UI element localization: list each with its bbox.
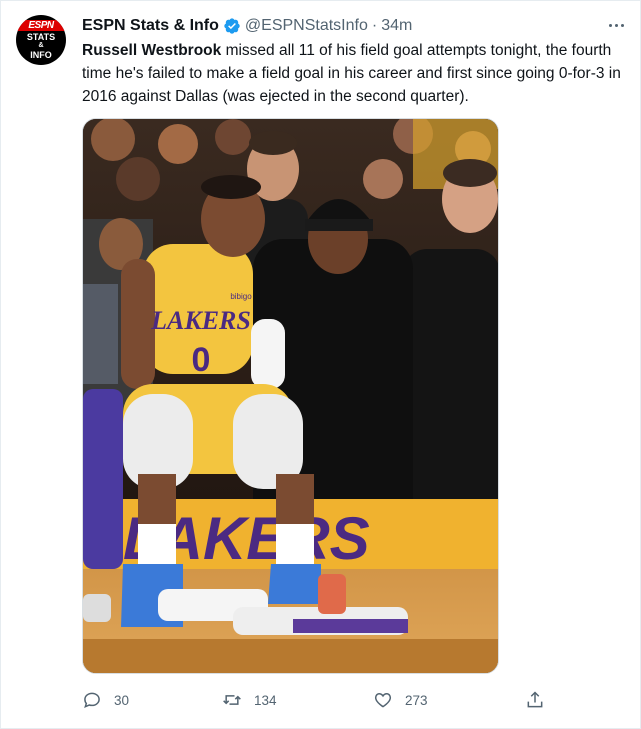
tweet-timestamp[interactable]: 34m <box>381 17 412 35</box>
jersey-number-text: 0 <box>192 341 211 379</box>
like-icon <box>374 692 392 708</box>
retweet-button[interactable]: 134 <box>222 688 277 712</box>
like-count: 273 <box>405 692 428 708</box>
reply-icon <box>84 692 100 709</box>
share-button[interactable] <box>525 688 545 712</box>
avatar-stats-text: STATS <box>26 32 56 42</box>
reply-button[interactable]: 30 <box>82 688 129 712</box>
tweet-actions: 30 134 273 <box>82 688 552 712</box>
tweet-header: ESPN Stats & Info @ESPNStatsInfo · 34m <box>82 15 412 37</box>
author-handle[interactable]: @ESPNStatsInfo <box>245 17 368 35</box>
reply-count: 30 <box>114 692 130 708</box>
retweet-icon <box>223 695 241 705</box>
jersey-patch-text: bibigo <box>230 292 252 301</box>
avatar[interactable]: ESPN STATS & INFO <box>16 15 66 65</box>
header-separator: · <box>371 17 378 34</box>
share-icon <box>527 691 543 708</box>
verified-badge-icon <box>224 18 240 34</box>
like-button[interactable]: 273 <box>373 688 428 712</box>
more-options-icon[interactable] <box>606 17 626 33</box>
retweet-count: 134 <box>254 692 277 708</box>
avatar-ampersand-text: & <box>38 42 44 49</box>
tweet-photo[interactable]: LAKERS LAKERS 0 bibigo <box>82 118 499 674</box>
tweet-card[interactable]: ESPN STATS & INFO ESPN Stats & Info @ESP… <box>0 0 641 729</box>
author-name[interactable]: ESPN Stats & Info <box>82 17 219 35</box>
jersey-team-text: LAKERS <box>150 306 251 335</box>
avatar-info-text: INFO <box>30 50 52 60</box>
tweet-text-mention: Russell Westbrook <box>82 42 222 59</box>
avatar-espn-wordmark: ESPN <box>16 20 66 31</box>
tweet-text: Russell Westbrook missed all 11 of his f… <box>82 39 630 108</box>
photo-illustration: LAKERS LAKERS 0 bibigo <box>83 119 498 673</box>
